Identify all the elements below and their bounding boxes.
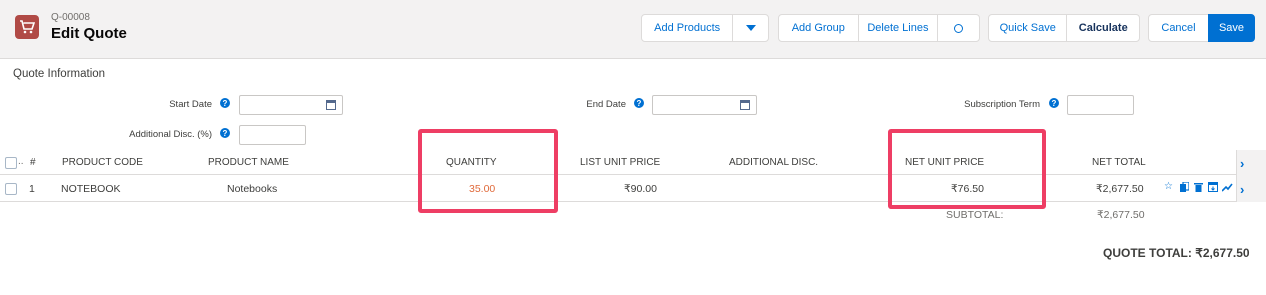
reorder-button[interactable] xyxy=(938,15,979,41)
help-icon[interactable]: ? xyxy=(634,98,644,108)
section-title: Quote Information xyxy=(13,68,106,80)
col-net-total[interactable]: NET TOTAL xyxy=(1092,157,1146,168)
quick-save-button[interactable]: Quick Save xyxy=(989,15,1068,41)
end-date-label: End Date xyxy=(586,99,626,110)
end-date-field[interactable] xyxy=(652,95,757,115)
quantity-highlight xyxy=(418,129,558,213)
sort-icon: .. xyxy=(18,156,24,167)
line-actions-group: Add Group Delete Lines xyxy=(778,14,980,42)
cart-icon xyxy=(15,15,39,39)
subscription-term-label: Subscription Term xyxy=(964,99,1040,110)
additional-disc-label: Additional Disc. (%) xyxy=(129,129,212,140)
delete-icon[interactable] xyxy=(1194,182,1204,192)
add-products-group: Add Products xyxy=(641,14,769,42)
page-header: Q-00008 Edit Quote Add Products Add Grou… xyxy=(0,0,1266,59)
product-name-cell: Notebooks xyxy=(227,183,278,195)
trend-icon[interactable] xyxy=(1221,182,1233,192)
subscription-term-field[interactable] xyxy=(1067,95,1134,115)
page-title: Edit Quote xyxy=(51,25,127,42)
additional-disc-field[interactable] xyxy=(239,125,306,145)
subtotal-label: SUBTOTAL: xyxy=(946,209,1004,221)
start-date-field[interactable] xyxy=(239,95,343,115)
net-unit-price-highlight xyxy=(888,129,1046,209)
select-all-checkbox[interactable] xyxy=(5,157,17,169)
calculate-button[interactable]: Calculate xyxy=(1067,15,1139,41)
calendar-icon[interactable] xyxy=(740,100,750,110)
calendar-icon[interactable] xyxy=(326,100,336,110)
product-code-cell: NOTEBOOK xyxy=(61,183,121,195)
help-icon[interactable]: ? xyxy=(220,128,230,138)
chevron-right-icon[interactable]: › xyxy=(1240,156,1250,171)
caret-down-icon xyxy=(745,25,756,31)
start-date-label: Start Date xyxy=(169,99,212,110)
configure-icon[interactable] xyxy=(1208,182,1218,192)
add-group-button[interactable]: Add Group xyxy=(779,15,859,41)
subtotal-value: ₹2,677.50 xyxy=(1097,209,1145,221)
cancel-button[interactable]: Cancel xyxy=(1148,14,1209,42)
record-id: Q-00008 xyxy=(51,12,90,23)
col-list-unit-price[interactable]: LIST UNIT PRICE xyxy=(580,157,660,168)
table-header: .. # PRODUCT CODE PRODUCT NAME QUANTITY … xyxy=(0,150,1236,175)
row-checkbox[interactable] xyxy=(5,183,17,195)
star-icon[interactable]: ☆ xyxy=(1164,182,1174,192)
col-product-name[interactable]: PRODUCT NAME xyxy=(208,157,289,168)
delete-lines-button[interactable]: Delete Lines xyxy=(859,15,939,41)
chevron-right-icon[interactable]: › xyxy=(1240,182,1250,197)
circle-icon xyxy=(954,23,964,33)
table-row: 1 NOTEBOOK Notebooks 35.00 ₹90.00 ₹76.50… xyxy=(0,176,1236,202)
col-additional-disc[interactable]: ADDITIONAL DISC. xyxy=(729,157,818,168)
quote-total: QUOTE TOTAL: ₹2,677.50 xyxy=(1103,246,1250,260)
help-icon[interactable]: ? xyxy=(220,98,230,108)
col-product-code[interactable]: PRODUCT CODE xyxy=(62,157,143,168)
row-number: 1 xyxy=(29,183,35,195)
list-unit-price-cell: ₹90.00 xyxy=(624,183,657,195)
net-total-cell: ₹2,677.50 xyxy=(1096,183,1144,195)
add-products-dropdown-button[interactable] xyxy=(733,15,768,41)
col-num: # xyxy=(30,157,36,168)
clone-icon[interactable] xyxy=(1180,181,1190,192)
help-icon[interactable]: ? xyxy=(1049,98,1059,108)
add-products-button[interactable]: Add Products xyxy=(642,15,734,41)
save-button[interactable]: Save xyxy=(1208,14,1255,42)
save-calc-group: Quick Save Calculate xyxy=(988,14,1140,42)
